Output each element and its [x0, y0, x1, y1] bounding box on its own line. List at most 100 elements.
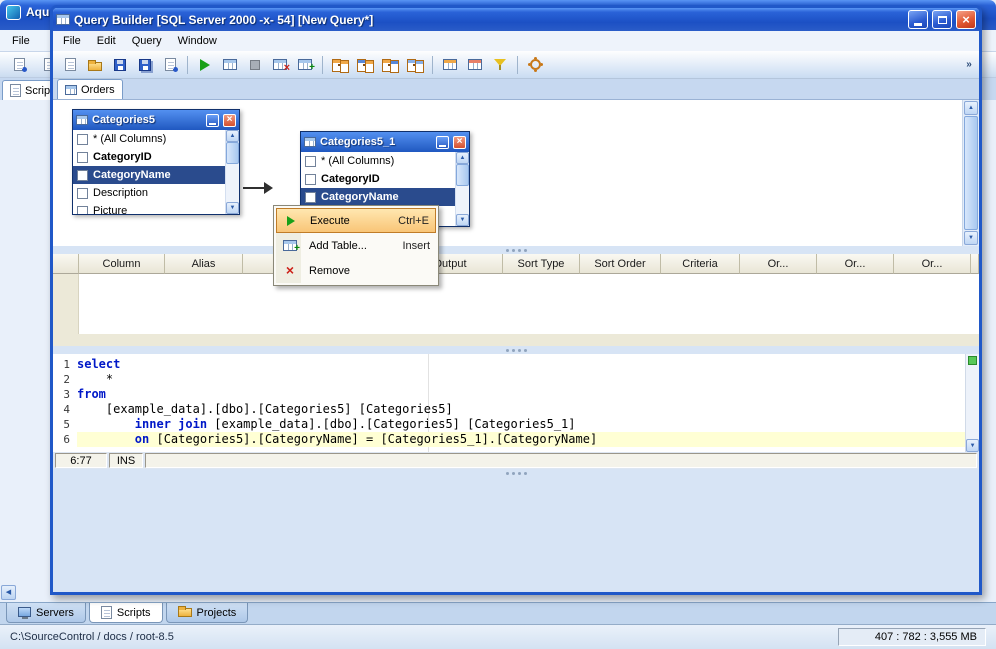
- add-table-icon[interactable]: +: [294, 54, 316, 76]
- sql-line: 5 inner join [example_data].[dbo].[Categ…: [63, 417, 576, 431]
- toolbar-overflow-chevron[interactable]: »: [961, 54, 977, 76]
- qb-titlebar[interactable]: Query Builder [SQL Server 2000 -x- 54] […: [53, 8, 979, 31]
- categories5-close-button[interactable]: ×: [223, 113, 236, 127]
- tab-projects[interactable]: Projects: [165, 603, 249, 623]
- right-join-icon[interactable]: [379, 54, 401, 76]
- context-menu-item-add-table[interactable]: + Add Table... Insert: [276, 233, 436, 258]
- page-blue-icon[interactable]: [8, 54, 30, 76]
- categories5-1-minimize-button[interactable]: [436, 135, 449, 149]
- execute-icon[interactable]: [194, 54, 216, 76]
- column-row[interactable]: * (All Columns): [301, 152, 455, 170]
- qb-menubar: File Edit Query Window: [53, 31, 979, 51]
- grid-col-sort-order[interactable]: Sort Order: [580, 254, 661, 274]
- settings-icon[interactable]: [524, 54, 546, 76]
- column-row[interactable]: CategoryID: [73, 148, 225, 166]
- tab-scripts[interactable]: Scripts: [88, 603, 163, 623]
- scroll-up-icon[interactable]: ▲: [964, 101, 978, 115]
- grid-row-header: [53, 254, 79, 274]
- editor-statusbar: 6:77 INS: [53, 452, 979, 469]
- grid-rows[interactable]: [79, 274, 979, 334]
- checkbox[interactable]: [77, 187, 88, 199]
- column-row[interactable]: Picture: [73, 202, 225, 214]
- add-table-icon: +: [279, 240, 301, 254]
- preview-icon[interactable]: [159, 54, 181, 76]
- menu-query[interactable]: Query: [126, 33, 168, 49]
- editor-marker-strip: ▼: [965, 354, 979, 452]
- splitter-grid-editor[interactable]: [53, 346, 979, 354]
- checkbox[interactable]: [77, 133, 88, 145]
- sql-editor[interactable]: 1 select 2 * 3 from 4 [example_data].[db…: [53, 354, 979, 452]
- criteria-grid: Column Alias Output Sort Type Sort Order…: [53, 254, 979, 346]
- categories5-minimize-button[interactable]: [206, 113, 219, 127]
- new-icon[interactable]: [59, 54, 81, 76]
- criteria-icon[interactable]: [489, 54, 511, 76]
- scroll-down-icon[interactable]: ▼: [456, 214, 469, 226]
- scroll-down-icon[interactable]: ▼: [966, 439, 979, 452]
- splitter-editor-bottom[interactable]: [53, 469, 979, 477]
- result-grid-icon[interactable]: [219, 54, 241, 76]
- tab-orders[interactable]: Orders: [57, 79, 123, 99]
- editor-ok-indicator: [968, 356, 977, 365]
- column-row[interactable]: Description: [73, 184, 225, 202]
- restore-button[interactable]: [932, 10, 952, 29]
- full-join-icon[interactable]: [404, 54, 426, 76]
- close-button[interactable]: ×: [956, 10, 976, 29]
- menu-window[interactable]: Window: [172, 33, 223, 49]
- scroll-left-button[interactable]: ◀: [1, 585, 16, 600]
- remove-table-icon[interactable]: ×: [269, 54, 291, 76]
- column-row-selected[interactable]: CategoryName: [73, 166, 225, 184]
- toolbar-separator: [187, 55, 188, 74]
- checkbox[interactable]: [305, 191, 316, 203]
- scroll-thumb[interactable]: [964, 116, 978, 230]
- scroll-up-icon[interactable]: ▲: [456, 152, 469, 164]
- context-menu-item-execute[interactable]: Execute Ctrl+E: [276, 208, 436, 233]
- grid-col-criteria[interactable]: Criteria: [661, 254, 740, 274]
- sql-line: 2 *: [63, 372, 114, 386]
- minimize-button[interactable]: [908, 10, 928, 29]
- scroll-up-icon[interactable]: ▲: [226, 130, 239, 142]
- checkbox[interactable]: [305, 155, 316, 167]
- scroll-down-icon[interactable]: ▼: [964, 231, 978, 245]
- splitter-diagram-grid[interactable]: [53, 246, 979, 254]
- column-row[interactable]: CategoryID: [301, 170, 455, 188]
- open-icon[interactable]: [84, 54, 106, 76]
- checkbox[interactable]: [77, 151, 88, 163]
- grid-col-or3[interactable]: Or...: [894, 254, 971, 274]
- summary-icon[interactable]: [464, 54, 486, 76]
- grid-col-sort-type[interactable]: Sort Type: [503, 254, 580, 274]
- column-row-selected[interactable]: CategoryName: [301, 188, 455, 206]
- inner-join-icon[interactable]: [329, 54, 351, 76]
- scroll-thumb[interactable]: [226, 142, 239, 164]
- context-menu-item-remove[interactable]: × Remove: [276, 258, 436, 283]
- left-join-icon[interactable]: [354, 54, 376, 76]
- grid-col-or2[interactable]: Or...: [817, 254, 894, 274]
- grid-col-column[interactable]: Column: [79, 254, 165, 274]
- sql-line: 4 [example_data].[dbo].[Categories5] [Ca…: [63, 402, 453, 416]
- checkbox[interactable]: [77, 169, 88, 181]
- save-icon[interactable]: [109, 54, 131, 76]
- save-all-icon[interactable]: [134, 54, 156, 76]
- column-row[interactable]: * (All Columns): [73, 130, 225, 148]
- grid-col-alias[interactable]: Alias: [165, 254, 243, 274]
- categories5-1-close-button[interactable]: ×: [453, 135, 466, 149]
- sql-line: 3 from: [63, 387, 106, 401]
- checkbox[interactable]: [77, 205, 88, 214]
- qb-toolbar: × + »: [53, 51, 979, 79]
- tab-servers[interactable]: Servers: [6, 603, 86, 623]
- scroll-down-icon[interactable]: ▼: [226, 202, 239, 214]
- diagram-canvas[interactable]: Categories5 × * (All Columns) CategoryID…: [53, 100, 979, 246]
- checkbox[interactable]: [305, 173, 316, 185]
- scroll-thumb[interactable]: [456, 164, 469, 186]
- menu-file[interactable]: File: [57, 33, 87, 49]
- grid-body[interactable]: [53, 274, 979, 334]
- auto-join-icon[interactable]: [439, 54, 461, 76]
- menu-edit[interactable]: Edit: [91, 33, 122, 49]
- table-window-categories5[interactable]: Categories5 × * (All Columns) CategoryID…: [72, 109, 240, 215]
- stop-icon[interactable]: [244, 54, 266, 76]
- grid-col-or1[interactable]: Or...: [740, 254, 817, 274]
- categories5-1-titlebar[interactable]: Categories5_1 ×: [301, 132, 469, 152]
- outer-menu-file[interactable]: File: [6, 33, 36, 49]
- status-memory: 407 : 782 : 3,555 MB: [838, 628, 986, 646]
- tab-script[interactable]: Script: [2, 80, 54, 100]
- categories5-titlebar[interactable]: Categories5 ×: [73, 110, 239, 130]
